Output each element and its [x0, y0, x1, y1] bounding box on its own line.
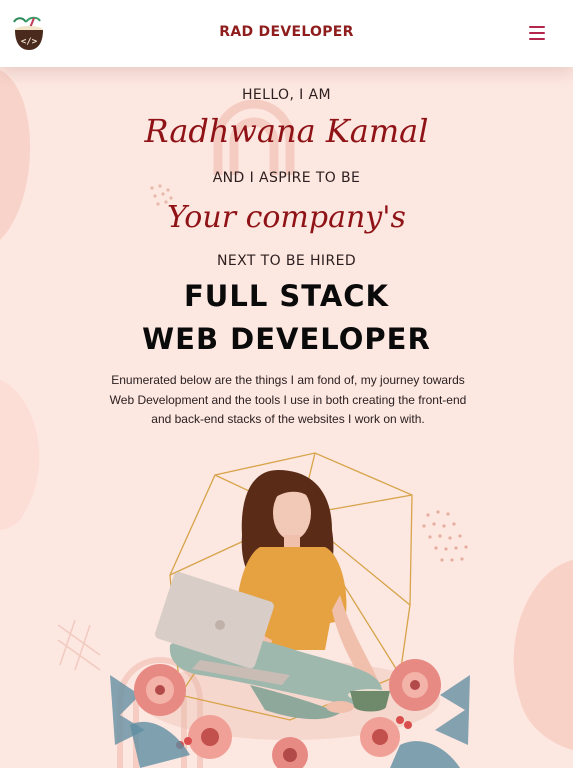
hero-description: Enumerated below are the things I am fon…	[109, 373, 467, 426]
developer-name: Radhwana Kamal	[144, 112, 429, 150]
role-line-2: WEB DEVELOPER	[142, 322, 431, 356]
site-header: </> RAD DEVELOPER	[0, 0, 573, 67]
brand-title[interactable]: RAD DEVELOPER	[0, 24, 573, 40]
girl-with-laptop-illustration	[110, 452, 470, 768]
role-line-1: FULL STACK	[183, 279, 390, 313]
greeting-text: HELLO, I AM	[241, 87, 332, 103]
hamburger-menu-icon[interactable]	[529, 26, 545, 40]
company-script-text: Your company's	[167, 200, 406, 235]
aspire-text: AND I ASPIRE TO BE	[212, 170, 361, 186]
next-hired-text: NEXT TO BE HIRED	[217, 253, 356, 269]
